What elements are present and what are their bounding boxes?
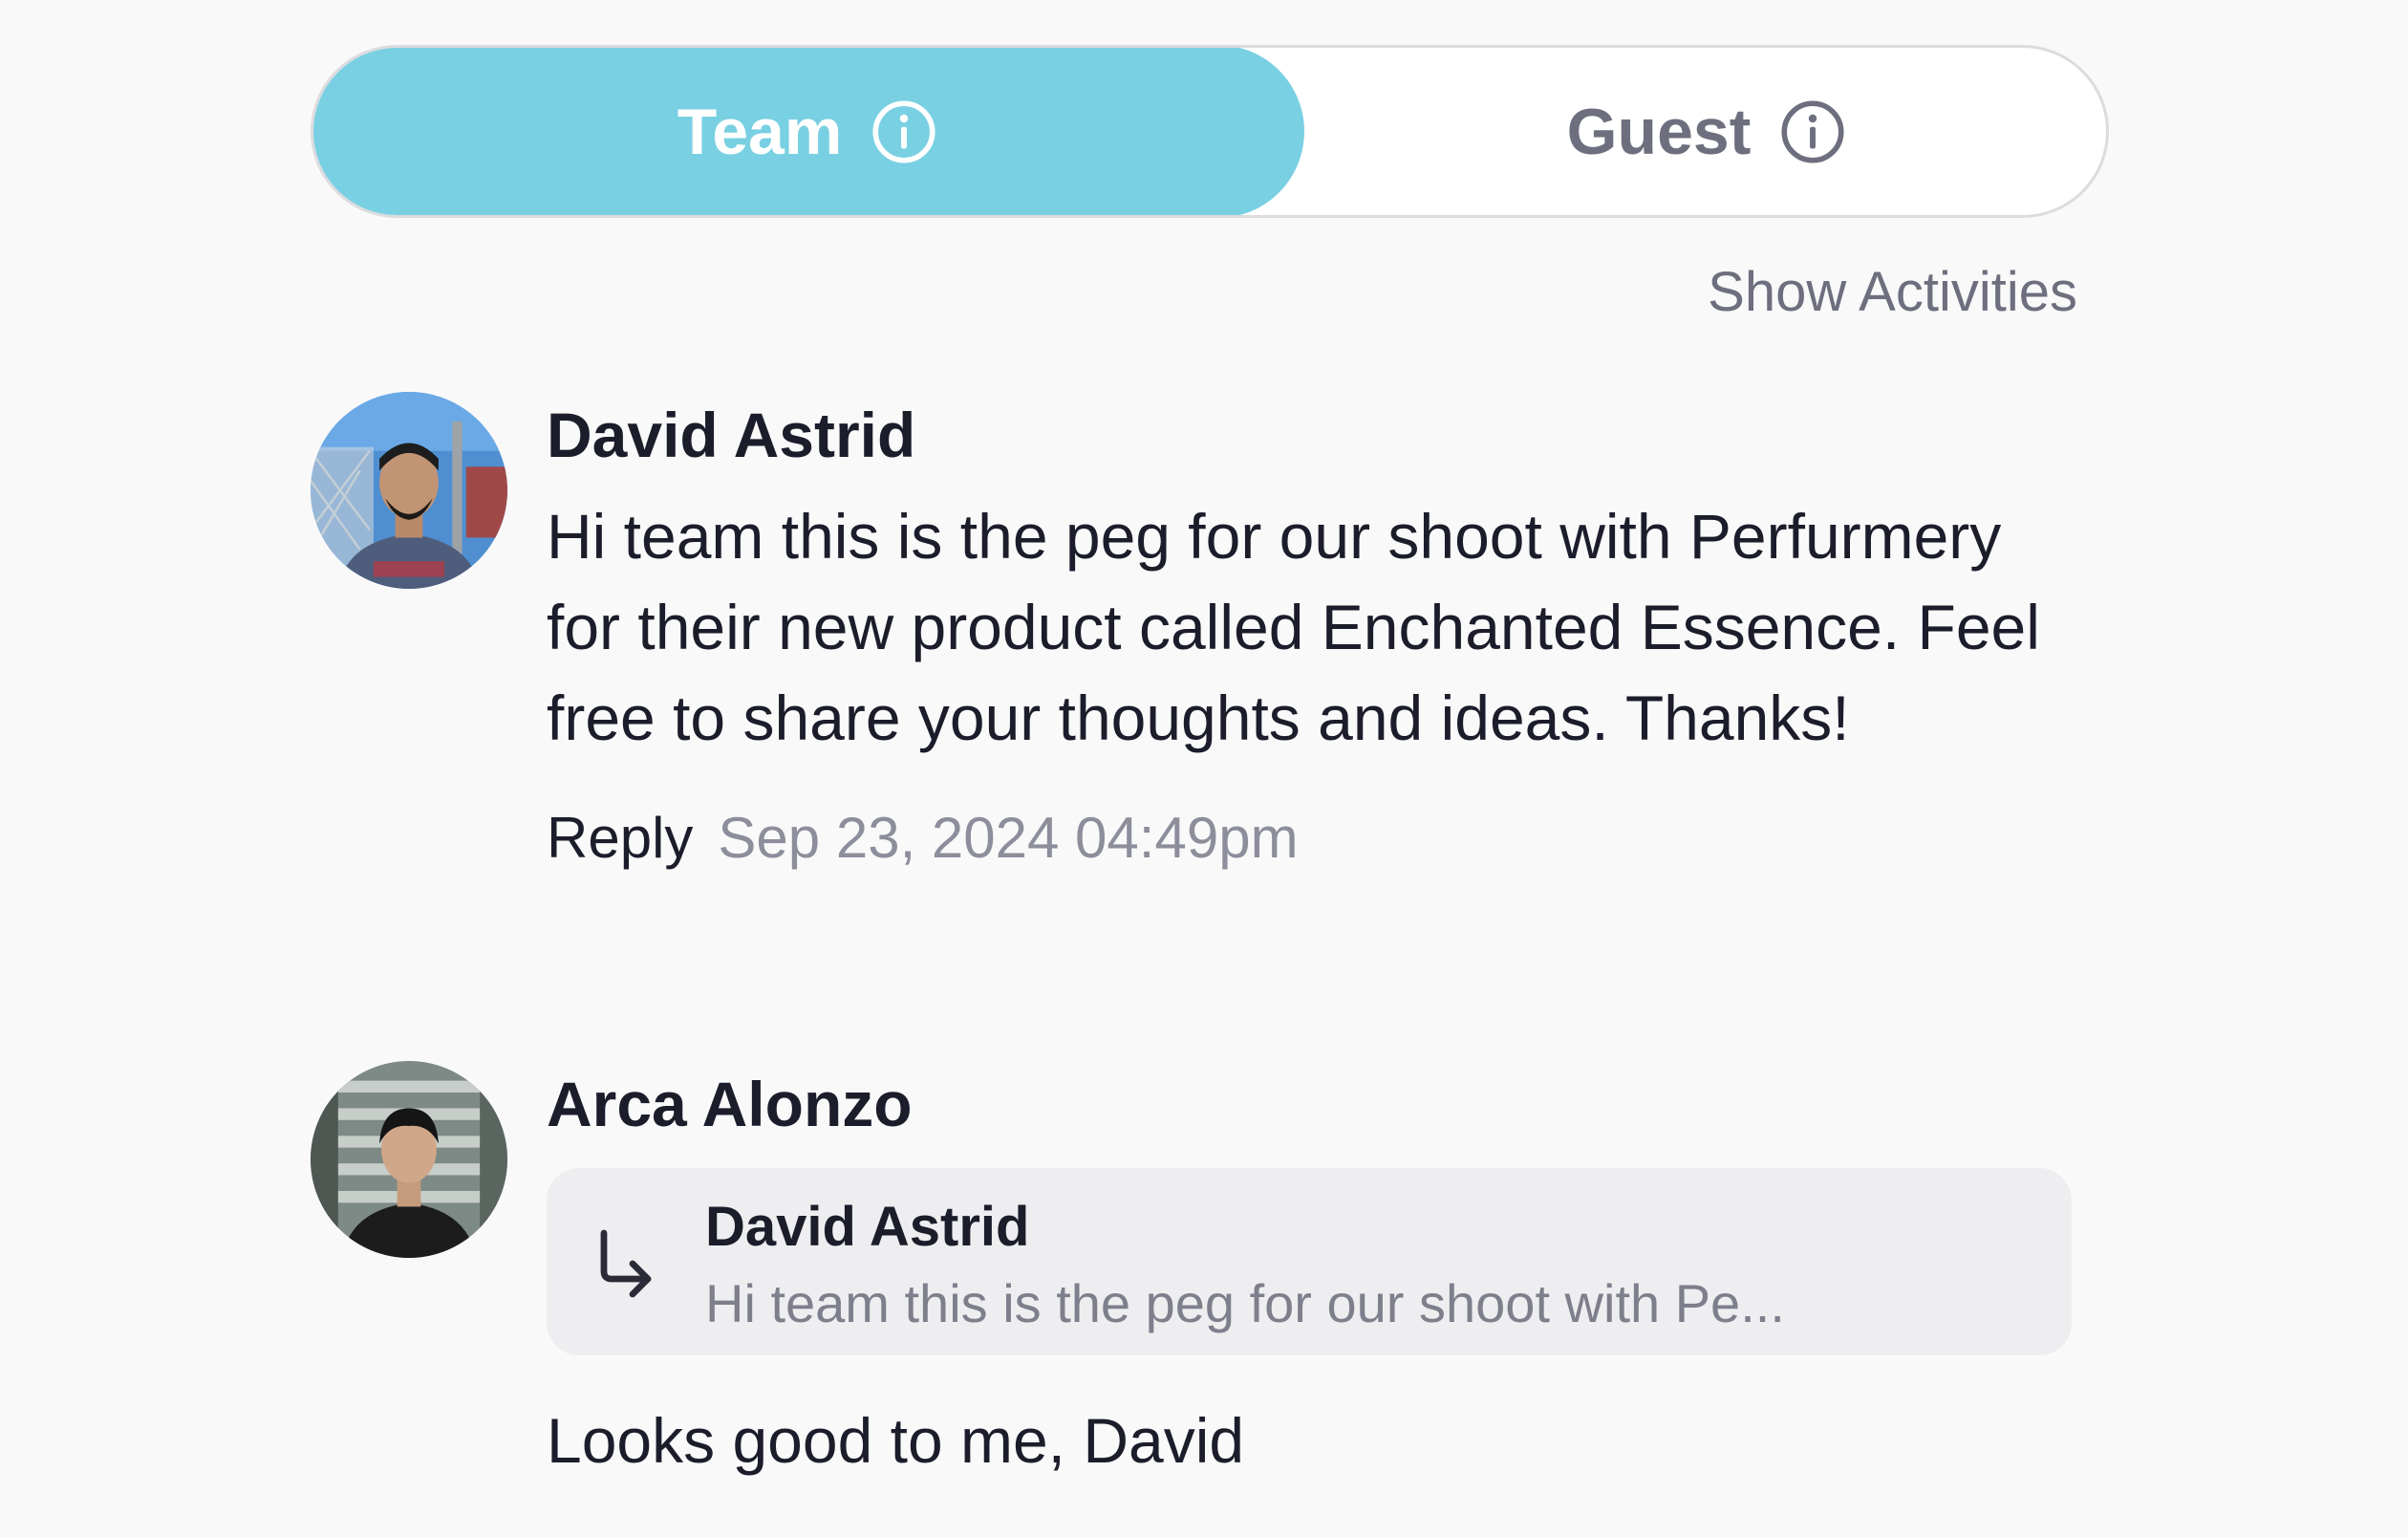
comment-meta: Reply Sep 23, 2024 04:49pm	[547, 800, 2074, 877]
avatar[interactable]	[311, 392, 507, 589]
comment-text: Looks good to me, David	[547, 1405, 1245, 1476]
tab-team-label: Team	[677, 95, 843, 168]
comment-author: David Astrid	[547, 400, 916, 470]
info-icon[interactable]	[1779, 98, 1846, 165]
team-guest-toggle: Team Guest	[311, 45, 2109, 218]
tab-team[interactable]: Team	[313, 48, 1304, 215]
reply-button[interactable]: Reply	[547, 800, 693, 877]
show-activities-link[interactable]: Show Activities	[1708, 260, 2077, 324]
quote-excerpt: Hi team this is the peg for our shoot wi…	[705, 1273, 1785, 1333]
tab-guest-label: Guest	[1566, 95, 1752, 168]
comment-text: Hi team this is the peg for our shoot wi…	[547, 501, 2040, 753]
tab-guest[interactable]: Guest	[1307, 48, 2106, 215]
quote-author: David Astrid	[705, 1196, 1030, 1258]
reply-arrow-icon	[594, 1225, 657, 1302]
avatar[interactable]	[311, 1061, 507, 1258]
quoted-reply[interactable]: David Astrid Hi team this is the peg for…	[547, 1168, 2072, 1355]
info-icon[interactable]	[871, 98, 937, 165]
comment-timestamp: Sep 23, 2024 04:49pm	[718, 806, 1299, 870]
comment-author: Arca Alonzo	[547, 1069, 913, 1139]
